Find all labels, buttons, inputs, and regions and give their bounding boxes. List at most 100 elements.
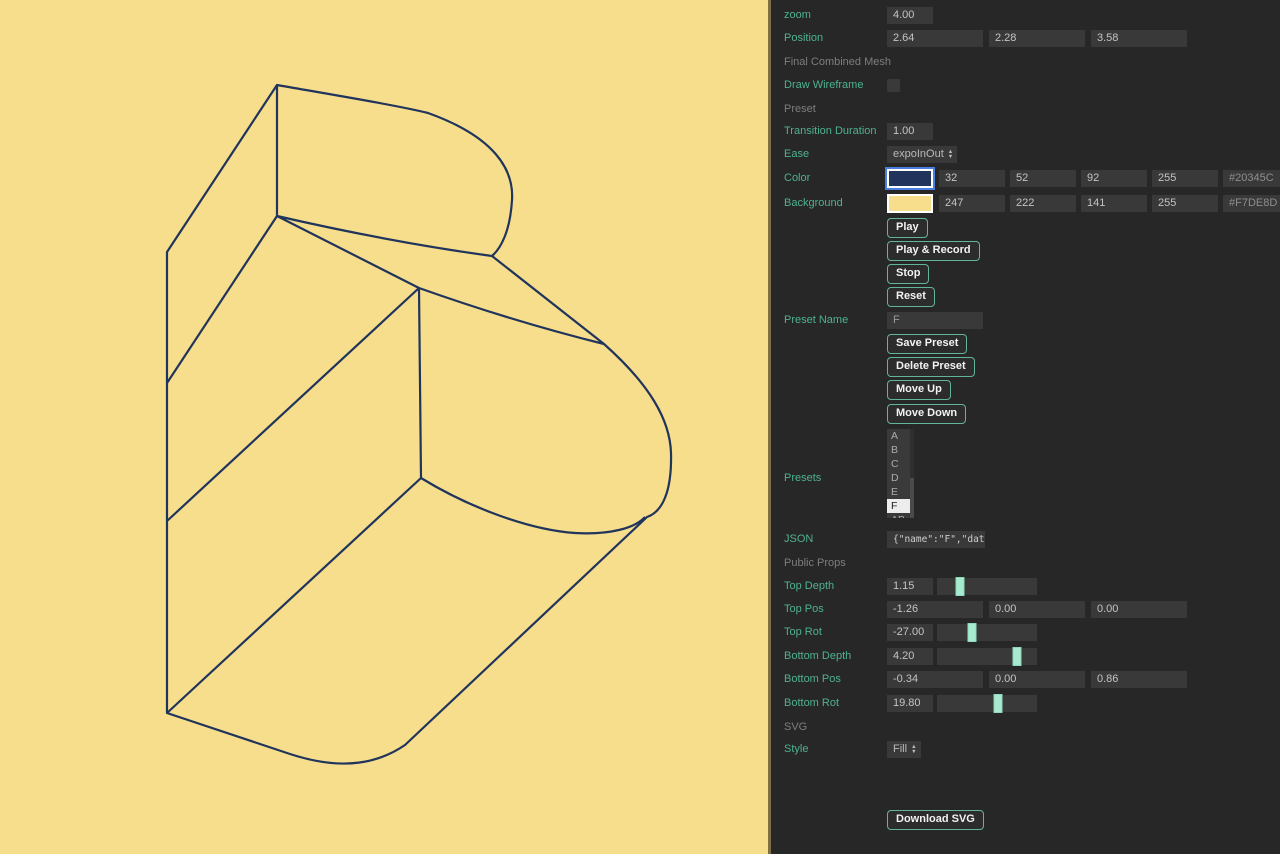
bottom-rot-slider[interactable] [937,695,1037,712]
draw-wireframe-checkbox[interactable] [887,79,900,92]
draw-wireframe-label: Draw Wireframe [784,77,863,94]
row-draw-wireframe: Draw Wireframe [771,77,1280,96]
background-label: Background [784,195,843,212]
save-preset-button[interactable]: Save Preset [887,334,967,354]
bottom-depth-slider[interactable] [937,648,1037,665]
background-r-input[interactable]: 247 [939,195,1005,212]
background-a-input[interactable]: 255 [1152,195,1218,212]
background-swatch[interactable] [887,194,933,213]
play-and-record-button[interactable]: Play & Record [887,241,980,261]
presets-scrollbar[interactable] [910,429,914,518]
background-g-input[interactable]: 222 [1010,195,1076,212]
position-y-input[interactable]: 2.28 [989,30,1085,47]
row-top-rot: Top Rot -27.00 [771,624,1280,643]
row-section-final-combined-mesh: Final Combined Mesh [771,54,1280,73]
stop-button[interactable]: Stop [887,264,929,284]
bottom-depth-label: Bottom Depth [784,648,851,665]
background-b-input[interactable]: 141 [1081,195,1147,212]
control-panel: zoom 4.00 Position 2.64 2.28 3.58 Final … [771,0,1280,854]
position-z-input[interactable]: 3.58 [1091,30,1187,47]
bottom-rot-input[interactable]: 19.80 [887,695,933,712]
bottom-depth-input[interactable]: 4.20 [887,648,933,665]
row-bottom-rot: Bottom Rot 19.80 [771,695,1280,714]
ease-label: Ease [784,146,809,163]
public-props-section-label: Public Props [784,555,846,572]
bottom-rot-label: Bottom Rot [784,695,839,712]
row-top-depth: Top Depth 1.15 [771,578,1280,597]
color-b-input[interactable]: 92 [1081,170,1147,187]
top-rot-label: Top Rot [784,624,822,641]
move-up-button[interactable]: Move Up [887,380,951,400]
top-depth-label: Top Depth [784,578,834,595]
top-pos-label: Top Pos [784,601,824,618]
style-label: Style [784,741,808,758]
position-x-input[interactable]: 2.64 [887,30,983,47]
color-swatch[interactable] [887,169,933,188]
ease-select-value: expoInOut [893,146,944,163]
svg-section-label: SVG [784,719,807,736]
row-top-pos: Top Pos -1.26 0.00 0.00 [771,601,1280,620]
bottom-pos-x-input[interactable]: -0.34 [887,671,983,688]
bottom-pos-z-input[interactable]: 0.86 [1091,671,1187,688]
preset-section-label: Preset [784,101,816,118]
bottom-depth-slider-handle[interactable] [1013,647,1022,666]
transition-duration-label: Transition Duration [784,123,877,140]
row-color: Color 32 52 92 255 #20345C [771,170,1280,189]
color-a-input[interactable]: 255 [1152,170,1218,187]
json-label: JSON [784,531,813,548]
row-ease: Ease expoInOut ▲▼ [771,146,1280,165]
style-select[interactable]: Fill ▲▼ [887,741,921,758]
mesh-internal-edges-path [167,85,645,713]
row-transition-duration: Transition Duration 1.00 [771,123,1280,142]
row-section-svg: SVG [771,719,1280,738]
final-combined-mesh-section-label: Final Combined Mesh [784,54,891,71]
zoom-input[interactable]: 4.00 [887,7,933,24]
row-json: JSON {"name":"F","data":[{ [771,531,1280,550]
zoom-label: zoom [784,7,811,24]
reset-button[interactable]: Reset [887,287,935,307]
top-depth-input[interactable]: 1.15 [887,578,933,595]
color-hex-value: #20345C [1223,170,1280,187]
row-position: Position 2.64 2.28 3.58 [771,30,1280,49]
preset-name-input[interactable]: F [887,312,983,329]
presets-listbox[interactable]: A B C D E F AB [887,429,914,518]
row-bottom-depth: Bottom Depth 4.20 [771,648,1280,667]
bottom-rot-slider-handle[interactable] [994,694,1003,713]
top-pos-z-input[interactable]: 0.00 [1091,601,1187,618]
color-g-input[interactable]: 52 [1010,170,1076,187]
select-arrows-icon: ▲▼ [911,745,916,755]
style-select-value: Fill [893,741,907,758]
row-section-public-props: Public Props [771,555,1280,574]
row-section-preset: Preset [771,101,1280,120]
top-rot-input[interactable]: -27.00 [887,624,933,641]
play-button[interactable]: Play [887,218,928,238]
delete-preset-button[interactable]: Delete Preset [887,357,975,377]
mesh-silhouette-path [167,85,671,764]
color-label: Color [784,170,810,187]
top-rot-slider-handle[interactable] [968,623,977,642]
row-bottom-pos: Bottom Pos -0.34 0.00 0.86 [771,671,1280,690]
json-input[interactable]: {"name":"F","data":[{ [887,531,985,548]
top-pos-x-input[interactable]: -1.26 [887,601,983,618]
preset-name-label: Preset Name [784,312,848,329]
row-preset-name: Preset Name F [771,312,1280,331]
presets-scrollbar-thumb[interactable] [910,478,914,518]
position-label: Position [784,30,823,47]
top-rot-slider[interactable] [937,624,1037,641]
download-svg-button[interactable]: Download SVG [887,810,984,830]
ease-select[interactable]: expoInOut ▲▼ [887,146,957,163]
letter-wireframe-drawing [0,0,768,854]
bottom-pos-y-input[interactable]: 0.00 [989,671,1085,688]
row-zoom: zoom 4.00 [771,7,1280,26]
top-pos-y-input[interactable]: 0.00 [989,601,1085,618]
row-background: Background 247 222 141 255 #F7DE8D [771,195,1280,214]
3d-viewport[interactable] [0,0,768,854]
move-down-button[interactable]: Move Down [887,404,966,424]
top-depth-slider-handle[interactable] [956,577,965,596]
color-r-input[interactable]: 32 [939,170,1005,187]
bottom-pos-label: Bottom Pos [784,671,841,688]
select-arrows-icon: ▲▼ [948,150,953,160]
top-depth-slider[interactable] [937,578,1037,595]
background-hex-value: #F7DE8D [1223,195,1280,212]
transition-duration-input[interactable]: 1.00 [887,123,933,140]
